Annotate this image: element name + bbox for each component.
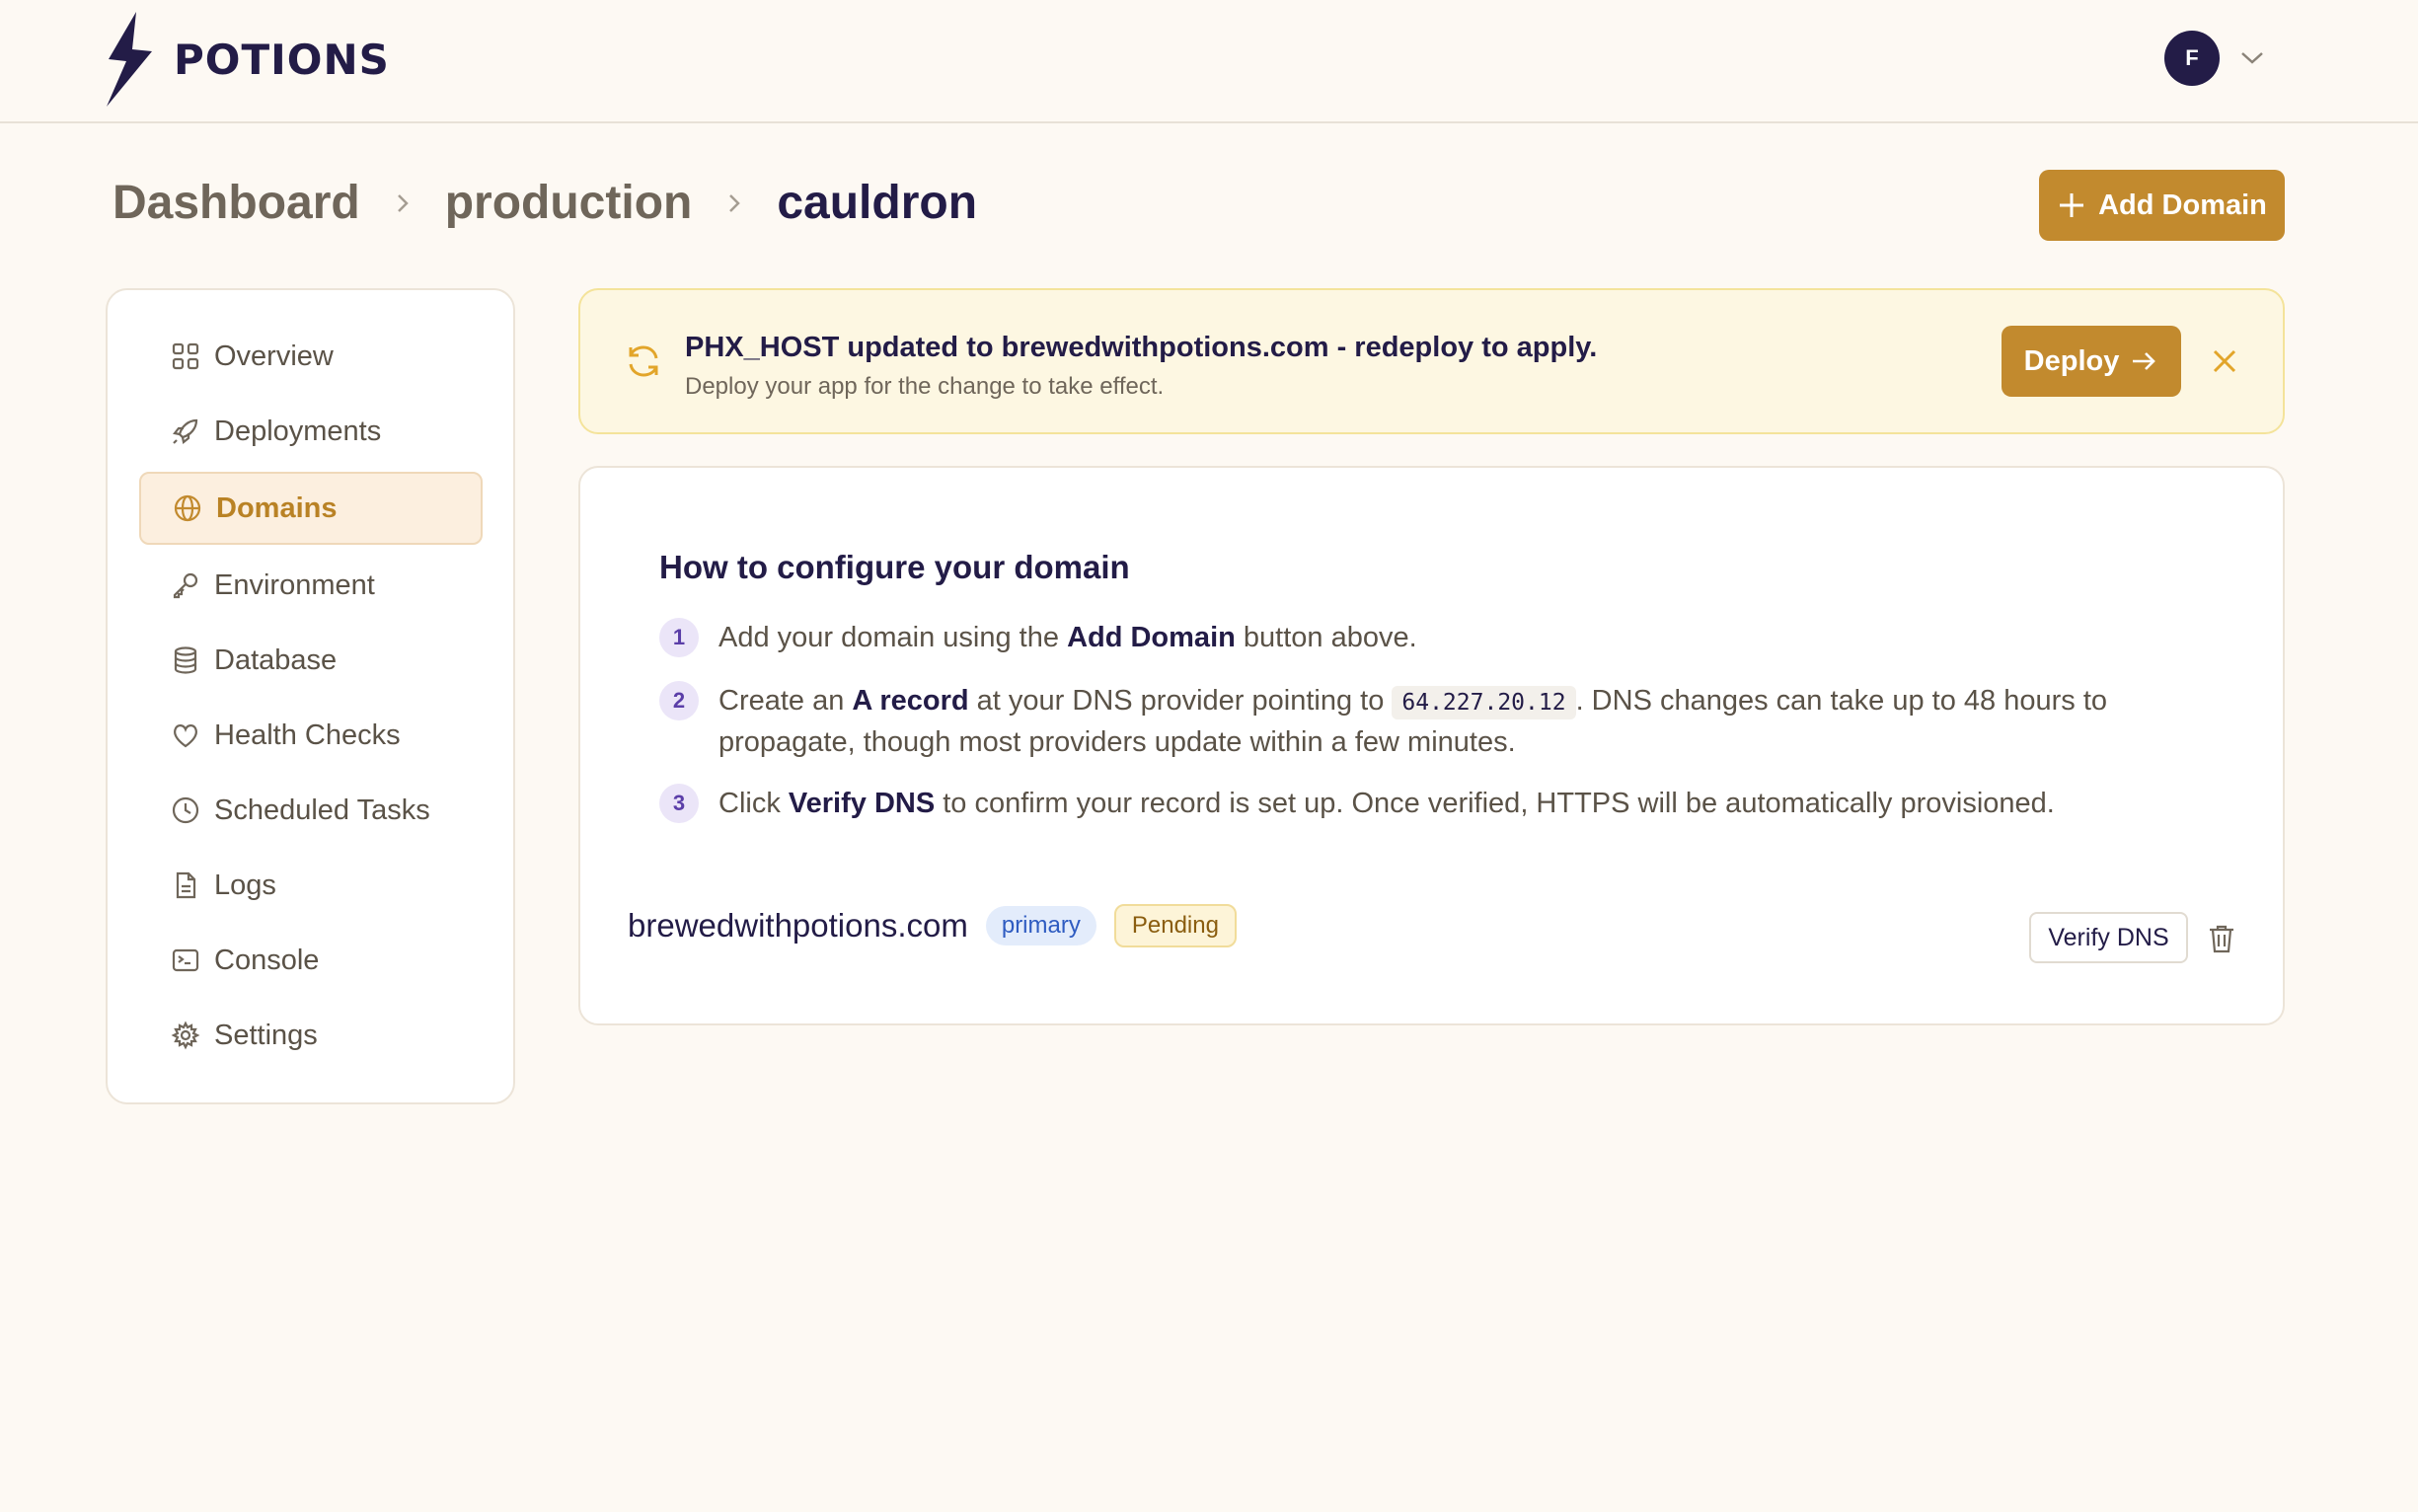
- logo[interactable]: POTIONS: [103, 12, 390, 107]
- sidebar-item-database[interactable]: Database: [139, 624, 483, 697]
- refresh-icon: [629, 345, 658, 377]
- banner-title: PHX_HOST updated to brewedwithpotions.co…: [685, 332, 1598, 363]
- sidebar-item-environment[interactable]: Environment: [139, 549, 483, 622]
- sidebar-item-console[interactable]: Console: [139, 924, 483, 997]
- primary-badge: primary: [985, 906, 1096, 945]
- status-badge: Pending: [1113, 904, 1237, 947]
- step-number: 3: [659, 784, 699, 823]
- breadcrumb-dashboard[interactable]: Dashboard: [113, 176, 360, 230]
- terminal-icon: [172, 948, 199, 972]
- breadcrumb-cauldron: cauldron: [777, 177, 978, 229]
- key-icon: [173, 572, 198, 599]
- arrow-right-icon: [2133, 352, 2156, 370]
- heart-icon: [174, 724, 197, 748]
- step-text: Add your domain using the Add Domain but…: [718, 622, 1417, 653]
- document-icon: [176, 871, 196, 899]
- domain-card: How to configure your domain 1 Add your …: [578, 466, 2285, 1025]
- banner-subtitle: Deploy your app for the change to take e…: [685, 373, 1165, 400]
- sidebar-item-overview[interactable]: Overview: [139, 320, 483, 393]
- plus-icon: [2060, 193, 2084, 217]
- breadcrumb: Dashboard production cauldron: [113, 176, 977, 230]
- database-icon: [174, 646, 197, 674]
- step-text: Click Verify DNS to confirm your record …: [718, 788, 2055, 819]
- domain-name: brewedwithpotions.com: [628, 907, 968, 944]
- guide-step: 1 Add your domain using the Add Domain b…: [659, 618, 2219, 657]
- chevron-right-icon: [397, 193, 409, 212]
- lightning-bolt-icon: [107, 12, 152, 107]
- verify-dns-button[interactable]: Verify DNS: [2029, 912, 2188, 963]
- brand-name: POTIONS: [174, 35, 390, 84]
- clock-icon: [172, 796, 199, 824]
- domain-row: brewedwithpotions.com primary Pending: [628, 904, 1237, 947]
- top-bar: POTIONS F: [0, 0, 2418, 123]
- sidebar-item-scheduled-tasks[interactable]: Scheduled Tasks: [139, 774, 483, 847]
- close-icon[interactable]: [2209, 345, 2240, 377]
- guide-step: 2 Create an A record at your DNS provide…: [659, 681, 2219, 762]
- rocket-icon: [173, 418, 198, 444]
- gear-icon: [171, 1021, 200, 1050]
- ip-address: 64.227.20.12: [1392, 686, 1576, 719]
- step-text: Create an A record at your DNS provider …: [718, 685, 2108, 758]
- guide-title: How to configure your domain: [659, 549, 1130, 585]
- user-avatar[interactable]: F: [2164, 31, 2220, 86]
- add-domain-button[interactable]: Add Domain: [2039, 170, 2285, 241]
- sidebar-item-health-checks[interactable]: Health Checks: [139, 699, 483, 772]
- redeploy-banner: PHX_HOST updated to brewedwithpotions.co…: [578, 288, 2285, 434]
- step-number: 2: [659, 681, 699, 720]
- chevron-right-icon: [729, 193, 741, 212]
- sidebar: Overview Deployments Domains Environment…: [106, 288, 515, 1104]
- sidebar-item-deployments[interactable]: Deployments: [139, 395, 483, 468]
- globe-icon: [174, 494, 201, 522]
- sidebar-item-logs[interactable]: Logs: [139, 849, 483, 922]
- guide-step: 3 Click Verify DNS to confirm your recor…: [659, 784, 2219, 823]
- sidebar-item-settings[interactable]: Settings: [139, 999, 483, 1072]
- sidebar-item-domains[interactable]: Domains: [139, 472, 483, 545]
- chevron-down-icon[interactable]: [2238, 45, 2266, 69]
- grid-icon: [172, 342, 199, 370]
- trash-icon[interactable]: [2205, 922, 2238, 955]
- step-number: 1: [659, 618, 699, 657]
- breadcrumb-production[interactable]: production: [445, 176, 693, 230]
- deploy-button[interactable]: Deploy: [2002, 326, 2181, 397]
